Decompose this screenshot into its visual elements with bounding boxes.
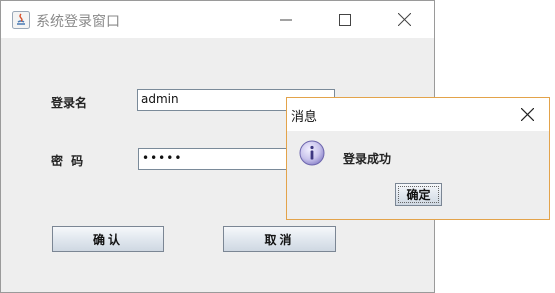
dialog-ok-button[interactable]: 确定 [395,183,442,206]
maximize-button[interactable] [322,1,368,38]
minimize-button[interactable] [263,1,309,38]
window-title: 系统登录窗口 [36,14,120,30]
close-button[interactable] [381,1,427,38]
dialog-close-button[interactable] [505,98,549,131]
java-app-icon [12,11,30,29]
cancel-button[interactable]: 取消 [223,226,336,252]
password-label: 密 码 [51,154,86,168]
close-icon [520,108,534,121]
confirm-button[interactable]: 确认 [52,226,164,252]
minimize-icon [280,19,292,20]
window-titlebar[interactable]: 系统登录窗口 [1,1,434,38]
username-label: 登录名 [51,96,88,110]
maximize-icon [339,13,351,26]
dialog-title: 消息 [291,110,318,125]
dialog-message: 登录成功 [343,152,392,166]
dialog-titlebar[interactable]: 消息 [287,98,549,131]
close-icon [397,13,411,26]
info-icon [299,140,325,166]
message-dialog: 消息 登录成功 确定 [286,97,550,220]
